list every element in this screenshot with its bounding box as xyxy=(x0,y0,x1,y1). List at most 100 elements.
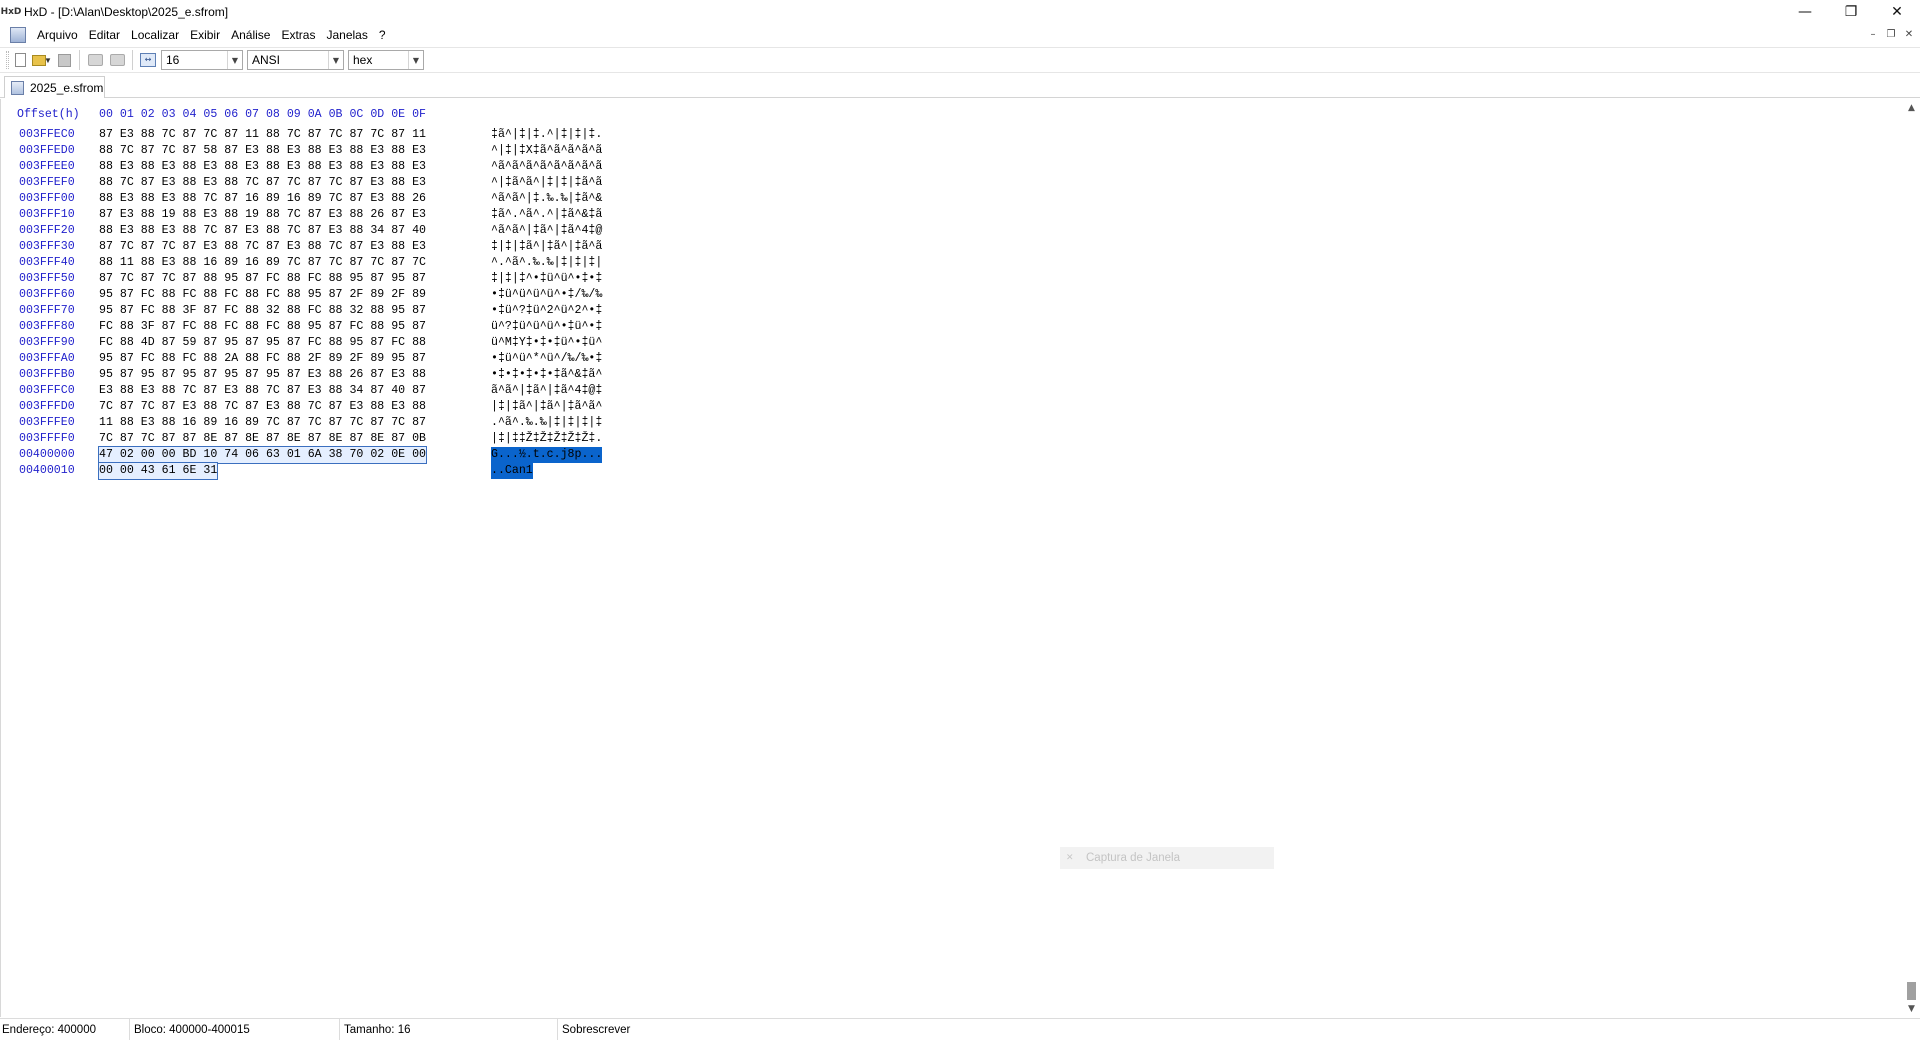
save-button[interactable] xyxy=(53,49,75,71)
cut-button[interactable] xyxy=(84,49,106,71)
hex-row[interactable]: 003FFF10 87 E3 88 19 88 E3 88 19 88 7C 87… xyxy=(1,207,641,223)
row-decoded-text[interactable]: •‡•‡•‡•‡•‡ã^&‡ã^ xyxy=(491,367,602,383)
row-decoded-text[interactable]: ^ã^ã^|‡ã^|‡ã^4‡@ xyxy=(491,223,602,239)
hex-row[interactable]: 003FFF30 87 7C 87 7C 87 E3 88 7C 87 E3 88… xyxy=(1,239,641,255)
hex-row[interactable]: 00400010 00 00 43 61 6E 31 ..Can1 xyxy=(1,462,641,480)
hex-row[interactable]: 003FFFE0 11 88 E3 88 16 89 16 89 7C 87 7C… xyxy=(1,415,641,431)
hex-row[interactable]: 003FFFB0 95 87 95 87 95 87 95 87 95 87 E3… xyxy=(1,367,641,383)
row-hex-bytes[interactable]: E3 88 E3 88 7C 87 E3 88 7C 87 E3 88 34 8… xyxy=(99,383,426,399)
offset-base-select[interactable]: hex ▼ xyxy=(348,50,424,70)
row-hex-bytes[interactable]: 95 87 FC 88 FC 88 FC 88 FC 88 95 87 2F 8… xyxy=(99,287,426,303)
hex-row[interactable]: 003FFEE0 88 E3 88 E3 88 E3 88 E3 88 E3 88… xyxy=(1,159,641,175)
row-decoded-text[interactable]: ^.^ã^.‰.‰|‡|‡|‡| xyxy=(491,255,602,271)
menu-extras[interactable]: Extras xyxy=(276,24,321,46)
row-decoded-text[interactable]: ..Can1 xyxy=(491,463,533,479)
scroll-up-icon[interactable]: ▲ xyxy=(1903,99,1920,116)
row-hex-bytes[interactable]: 87 7C 87 7C 87 E3 88 7C 87 E3 88 7C 87 E… xyxy=(99,239,426,255)
hex-row[interactable]: 003FFFF0 7C 87 7C 87 87 8E 87 8E 87 8E 87… xyxy=(1,431,641,447)
chevron-down-icon[interactable]: ▼ xyxy=(408,51,423,69)
menu-arquivo[interactable]: Arquivo xyxy=(32,24,84,46)
hxd-app-icon[interactable]: HxD xyxy=(1,5,22,19)
status-mode[interactable]: Sobrescrever xyxy=(558,1019,728,1040)
mdi-close-icon[interactable]: ✕ xyxy=(1902,28,1916,42)
row-decoded-text[interactable]: ‡ã^|‡|‡.^|‡|‡|‡. xyxy=(491,127,602,143)
row-hex-bytes[interactable]: 88 7C 87 E3 88 E3 88 7C 87 7C 87 7C 87 E… xyxy=(99,175,426,191)
row-hex-bytes[interactable]: 88 7C 87 7C 87 58 87 E3 88 E3 88 E3 88 E… xyxy=(99,143,426,159)
row-hex-bytes[interactable]: 47 02 00 00 BD 10 74 06 63 01 6A 38 70 0… xyxy=(98,446,427,464)
hex-row[interactable]: 003FFEC0 87 E3 88 7C 87 7C 87 11 88 7C 87… xyxy=(1,127,641,143)
hex-row[interactable]: 003FFFD0 7C 87 7C 87 E3 88 7C 87 E3 88 7C… xyxy=(1,399,641,415)
vertical-scrollbar[interactable]: ▲ ▼ xyxy=(1903,99,1920,1017)
row-decoded-text[interactable]: ü^M‡Y‡•‡•‡ü^•‡ü^ xyxy=(491,335,602,351)
hex-editor[interactable]: Offset(h) 00 01 02 03 04 05 06 07 08 09 … xyxy=(0,99,1920,1017)
hex-row[interactable]: 003FFFA0 95 87 FC 88 FC 88 2A 88 FC 88 2F… xyxy=(1,351,641,367)
print-button[interactable] xyxy=(106,49,128,71)
hex-row[interactable]: 003FFFC0 E3 88 E3 88 7C 87 E3 88 7C 87 E3… xyxy=(1,383,641,399)
chevron-down-icon[interactable]: ▼ xyxy=(227,51,242,69)
menu-editar[interactable]: Editar xyxy=(84,24,126,46)
scroll-down-icon[interactable]: ▼ xyxy=(1903,1000,1920,1017)
row-decoded-text[interactable]: ^|‡|‡X‡ã^ã^ã^ã^ã xyxy=(491,143,602,159)
row-hex-bytes[interactable]: 7C 87 7C 87 E3 88 7C 87 E3 88 7C 87 E3 8… xyxy=(99,399,426,415)
hex-row[interactable]: 003FFF20 88 E3 88 E3 88 7C 87 E3 88 7C 87… xyxy=(1,223,641,239)
bytes-width-button[interactable]: ↔ xyxy=(137,49,159,71)
row-hex-bytes[interactable]: 11 88 E3 88 16 89 16 89 7C 87 7C 87 7C 8… xyxy=(99,415,426,431)
menu-localizar[interactable]: Localizar xyxy=(126,24,185,46)
row-decoded-text[interactable]: ‡|‡|‡ã^|‡ã^|‡ã^ã xyxy=(491,239,602,255)
row-hex-bytes[interactable]: 88 E3 88 E3 88 E3 88 E3 88 E3 88 E3 88 E… xyxy=(99,159,426,175)
row-hex-bytes[interactable]: 88 E3 88 E3 88 7C 87 16 89 16 89 7C 87 E… xyxy=(99,191,426,207)
document-menu-icon[interactable] xyxy=(10,27,26,43)
tab-file[interactable]: 2025_e.sfrom xyxy=(4,76,105,98)
new-file-button[interactable] xyxy=(9,49,31,71)
row-decoded-text[interactable]: •‡ü^?‡ü^2^ü^2^•‡ xyxy=(491,303,602,319)
row-hex-bytes[interactable]: 87 E3 88 19 88 E3 88 19 88 7C 87 E3 88 2… xyxy=(99,207,426,223)
open-file-button[interactable]: ▼ xyxy=(31,49,53,71)
row-hex-bytes[interactable]: 87 E3 88 7C 87 7C 87 11 88 7C 87 7C 87 7… xyxy=(99,127,426,143)
row-decoded-text[interactable]: •‡ü^ü^ü^ü^•‡/‰/‰ xyxy=(491,287,602,303)
row-decoded-text[interactable]: ã^ã^|‡ã^|‡ã^4‡@‡ xyxy=(491,383,602,399)
hex-row[interactable]: 003FFF50 87 7C 87 7C 87 88 95 87 FC 88 FC… xyxy=(1,271,641,287)
row-hex-bytes[interactable]: 7C 87 7C 87 87 8E 87 8E 87 8E 87 8E 87 8… xyxy=(99,431,426,447)
close-icon[interactable]: ✕ xyxy=(1874,0,1920,23)
mdi-restore-icon[interactable]: ❐ xyxy=(1884,28,1898,42)
bytes-per-row-select[interactable]: 16 ▼ xyxy=(161,50,243,70)
hex-row[interactable]: 003FFF40 88 11 88 E3 88 16 89 16 89 7C 87… xyxy=(1,255,641,271)
row-decoded-text[interactable]: ^|‡ã^ã^|‡|‡|‡ã^ã xyxy=(491,175,602,191)
row-hex-bytes[interactable]: 88 E3 88 E3 88 7C 87 E3 88 7C 87 E3 88 3… xyxy=(99,223,426,239)
row-hex-bytes[interactable]: 87 7C 87 7C 87 88 95 87 FC 88 FC 88 95 8… xyxy=(99,271,426,287)
row-hex-bytes[interactable]: FC 88 4D 87 59 87 95 87 95 87 FC 88 95 8… xyxy=(99,335,426,351)
row-decoded-text[interactable]: ‡ã^.^ã^.^|‡ã^&‡ã xyxy=(491,207,602,223)
row-decoded-text[interactable]: •‡ü^ü^*^ü^/‰/‰•‡ xyxy=(491,351,602,367)
charset-select[interactable]: ANSI ▼ xyxy=(247,50,344,70)
restore-icon[interactable]: ❐ xyxy=(1828,0,1874,23)
menu-janelas[interactable]: Janelas xyxy=(321,24,373,46)
row-decoded-text[interactable]: ü^?‡ü^ü^ü^•‡ü^•‡ xyxy=(491,319,602,335)
hex-row[interactable]: 003FFF00 88 E3 88 E3 88 7C 87 16 89 16 89… xyxy=(1,191,641,207)
hex-row[interactable]: 003FFF80 FC 88 3F 87 FC 88 FC 88 FC 88 95… xyxy=(1,319,641,335)
menu-help[interactable]: ? xyxy=(374,24,392,46)
mdi-minimize-icon[interactable]: – xyxy=(1866,28,1880,42)
row-hex-bytes[interactable]: 95 87 95 87 95 87 95 87 95 87 E3 88 26 8… xyxy=(99,367,426,383)
row-decoded-text[interactable]: ^ã^ã^ã^ã^ã^ã^ã^ã xyxy=(491,159,602,175)
chevron-down-icon[interactable]: ▼ xyxy=(328,51,343,69)
row-decoded-text[interactable]: ^ã^ã^|‡.‰.‰|‡ã^& xyxy=(491,191,602,207)
menu-exibir[interactable]: Exibir xyxy=(185,24,226,46)
menu-analise[interactable]: Análise xyxy=(226,24,276,46)
hex-row[interactable]: 003FFF60 95 87 FC 88 FC 88 FC 88 FC 88 95… xyxy=(1,287,641,303)
row-hex-bytes[interactable]: 95 87 FC 88 3F 87 FC 88 32 88 FC 88 32 8… xyxy=(99,303,426,319)
row-hex-bytes[interactable]: FC 88 3F 87 FC 88 FC 88 FC 88 95 87 FC 8… xyxy=(99,319,426,335)
row-decoded-text[interactable]: .^ã^.‰.‰|‡|‡|‡|‡ xyxy=(491,415,602,431)
row-hex-bytes[interactable]: 95 87 FC 88 FC 88 2A 88 FC 88 2F 89 2F 8… xyxy=(99,351,426,367)
hex-row[interactable]: 003FFED0 88 7C 87 7C 87 58 87 E3 88 E3 88… xyxy=(1,143,641,159)
hex-row[interactable]: 003FFF90 FC 88 4D 87 59 87 95 87 95 87 FC… xyxy=(1,335,641,351)
row-decoded-text[interactable]: G...½.t.c.j8p... xyxy=(491,447,603,463)
hex-row[interactable]: 003FFF70 95 87 FC 88 3F 87 FC 88 32 88 FC… xyxy=(1,303,641,319)
hex-row[interactable]: 003FFEF0 88 7C 87 E3 88 E3 88 7C 87 7C 87… xyxy=(1,175,641,191)
row-hex-bytes[interactable]: 00 00 43 61 6E 31 xyxy=(97,462,219,480)
close-icon[interactable]: ✕ xyxy=(1066,853,1076,863)
row-hex-bytes[interactable]: 88 11 88 E3 88 16 89 16 89 7C 87 7C 87 7… xyxy=(99,255,426,271)
window-capture-widget[interactable]: ✕ Captura de Janela xyxy=(1060,847,1274,869)
hex-row[interactable]: 00400000 47 02 00 00 BD 10 74 06 63 01 6A… xyxy=(1,446,641,464)
row-decoded-text[interactable]: ‡|‡|‡^•‡ü^ü^•‡•‡ xyxy=(491,271,602,287)
row-decoded-text[interactable]: |‡|‡ã^|‡ã^|‡ã^ã^ xyxy=(491,399,602,415)
